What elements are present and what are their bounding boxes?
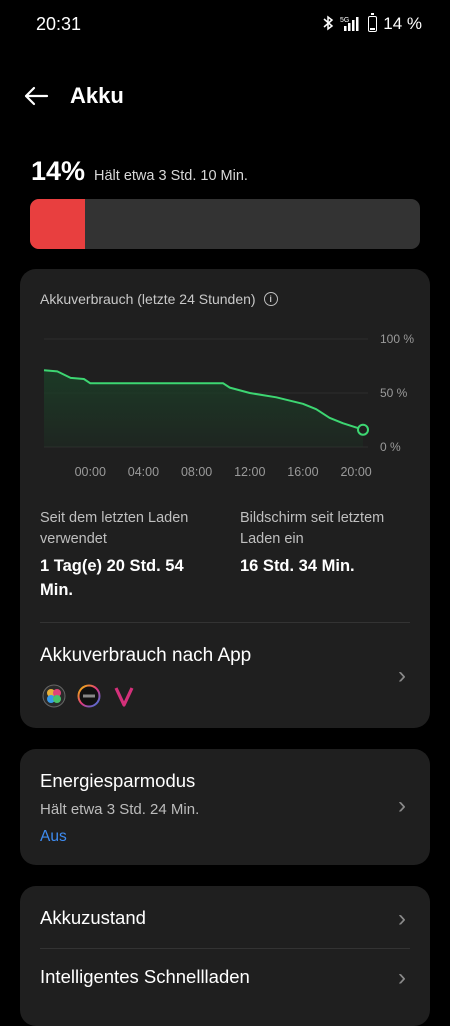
status-time: 20:31 [36, 14, 82, 34]
chart-endpoint [357, 423, 369, 436]
status-icons: 5G 14 % [322, 13, 422, 34]
chart-y-tick-label: 50 % [380, 386, 408, 400]
chart-y-tick-label: 100 % [380, 332, 414, 346]
status-bar: 20:31 5G 14 % [0, 0, 450, 50]
since-charge-value: 1 Tag(e) 20 Std. 54 Min. [40, 557, 184, 599]
chart-y-tick-label: 0 % [380, 440, 401, 454]
app-icons [42, 684, 136, 708]
network-type: 5G [340, 17, 349, 24]
back-button[interactable] [18, 80, 54, 112]
chevron-right-icon: › [398, 662, 406, 689]
energy-saver-title: Energiesparmodus [40, 770, 196, 791]
photos-app-icon [42, 684, 66, 708]
usage-chart[interactable]: 100 % 50 % 0 % 00:00 04:00 08:00 12:00 16:00 20:… [20, 269, 430, 489]
chevron-right-icon: › [398, 792, 406, 819]
chart-x-tick-label: 00:00 [75, 465, 106, 479]
energy-saver-subtitle: Hält etwa 3 Std. 24 Min. [40, 801, 200, 818]
chevron-right-icon: › [398, 964, 406, 991]
screen-on-label: Bildschirm seit letztem Laden ein [240, 510, 385, 547]
chevron-right-icon: › [398, 905, 406, 932]
divider [40, 948, 410, 949]
divider [40, 622, 410, 623]
energy-saver-card[interactable]: Energiesparmodus Hält etwa 3 Std. 24 Min… [20, 749, 430, 865]
bluetooth-icon [322, 15, 334, 34]
since-charge-label: Seit dem letzten Laden verwendet [40, 510, 189, 547]
fast-charge-title: Intelligentes Schnellladen [40, 966, 250, 987]
arrow-left-icon [24, 86, 49, 106]
battery-level-fill [30, 199, 85, 249]
battery-estimate: Hält etwa 3 Std. 10 Min. [94, 168, 248, 184]
screen-on-value: 16 Std. 34 Min. [240, 557, 355, 575]
page-title: Akku [70, 83, 124, 108]
signal-icon: 5G [340, 15, 362, 34]
battery-health-title: Akkuzustand [40, 907, 146, 928]
battery-health-card: Akkuzustand › Intelligentes Schnellladen… [20, 886, 430, 1026]
battery-level-bar [30, 199, 420, 249]
chart-x-tick-label: 16:00 [287, 465, 318, 479]
energy-saver-state: Aus [40, 828, 67, 845]
battery-percent: 14% [31, 156, 86, 186]
status-battery-percent: 14 % [383, 14, 422, 33]
battery-icon [368, 13, 378, 32]
usage-card: Akkuverbrauch (letzte 24 Stunden) i 100 … [20, 269, 430, 728]
chart-x-tick-label: 20:00 [340, 465, 371, 479]
chart-x-tick-label: 08:00 [181, 465, 212, 479]
sport-app-icon [77, 684, 101, 708]
viber-app-icon [114, 687, 134, 707]
chart-x-tick-label: 04:00 [128, 465, 159, 479]
apps-usage-title: Akkuverbrauch nach App [40, 645, 252, 666]
chart-x-tick-label: 12:00 [234, 465, 265, 479]
